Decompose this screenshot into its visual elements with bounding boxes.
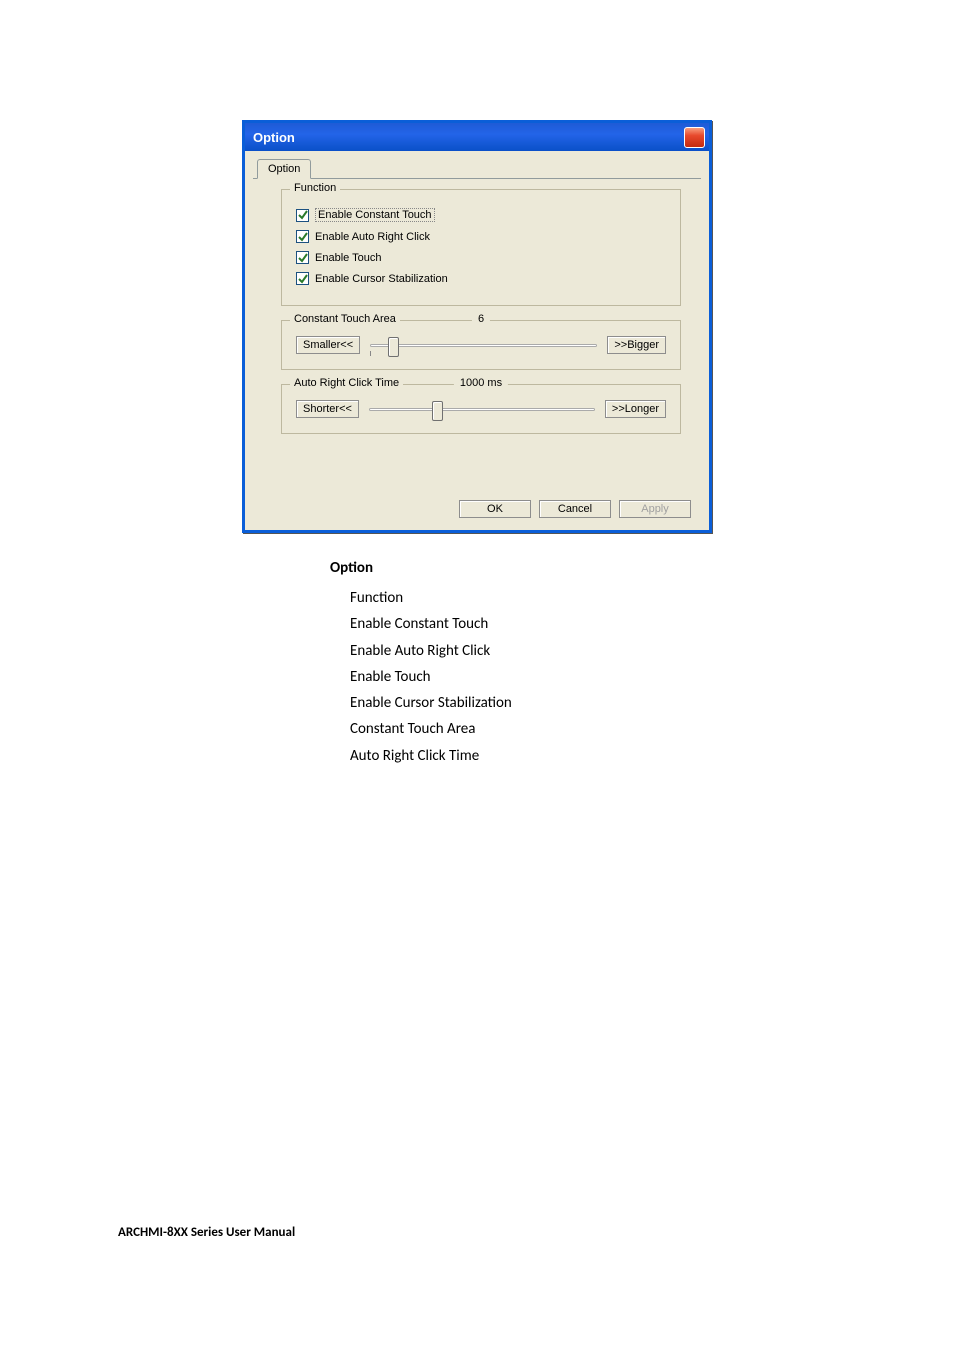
slider-track-line <box>369 408 595 411</box>
slider-row: Shorter<< >>Longer <box>296 399 666 419</box>
cancel-button[interactable]: Cancel <box>539 500 611 518</box>
slider-thumb[interactable] <box>388 337 399 357</box>
button-row: OK Cancel Apply <box>253 494 701 518</box>
ok-button[interactable]: OK <box>459 500 531 518</box>
checkbox-row: Enable Constant Touch <box>296 208 666 222</box>
doc-line: Enable Cursor Stabilization <box>350 690 894 716</box>
titlebar[interactable]: Option <box>245 123 709 151</box>
smaller-button[interactable]: Smaller<< <box>296 336 360 354</box>
close-button[interactable] <box>684 127 705 148</box>
shorter-button[interactable]: Shorter<< <box>296 400 359 418</box>
tab-option[interactable]: Option <box>257 159 311 179</box>
auto-right-click-slider[interactable] <box>369 399 595 419</box>
doc-line: Function <box>350 585 894 611</box>
document-text: Option Function Enable Constant Touch En… <box>60 559 894 769</box>
dialog-title: Option <box>253 130 295 145</box>
checkbox-label[interactable]: Enable Constant Touch <box>315 208 435 222</box>
dialog-body: Option Function Enable Constant Touch En… <box>245 151 709 530</box>
checkbox-auto-right-click[interactable] <box>296 230 309 243</box>
slider-track-line <box>370 344 597 347</box>
constant-touch-value: 6 <box>472 313 490 325</box>
auto-right-click-title: Auto Right Click Time <box>290 377 403 389</box>
constant-touch-group: Constant Touch Area 6 Smaller<< >>Bigger <box>281 320 681 370</box>
bigger-button[interactable]: >>Bigger <box>607 336 666 354</box>
doc-line: Enable Touch <box>350 664 894 690</box>
option-dialog: Option Option Function Enable Constant T… <box>242 120 712 533</box>
checkbox-row: Enable Touch <box>296 251 666 264</box>
doc-line: Constant Touch Area <box>350 716 894 742</box>
checkbox-label[interactable]: Enable Cursor Stabilization <box>315 273 448 285</box>
doc-line: Enable Auto Right Click <box>350 638 894 664</box>
tab-row: Option <box>253 159 701 179</box>
checkbox-label[interactable]: Enable Touch <box>315 252 381 264</box>
checkbox-cursor-stabilization[interactable] <box>296 272 309 285</box>
function-group-title: Function <box>290 182 340 194</box>
checkbox-label[interactable]: Enable Auto Right Click <box>315 231 430 243</box>
auto-right-click-group: Auto Right Click Time 1000 ms Shorter<< … <box>281 384 681 434</box>
doc-line: Auto Right Click Time <box>350 743 894 769</box>
slider-row: Smaller<< >>Bigger <box>296 335 666 355</box>
checkbox-row: Enable Cursor Stabilization <box>296 272 666 285</box>
auto-right-click-value: 1000 ms <box>454 377 508 389</box>
checkbox-constant-touch[interactable] <box>296 209 309 222</box>
footer-text: ARCHMI-8XX Series User Manual <box>118 1225 295 1240</box>
function-group: Function Enable Constant Touch Enable Au… <box>281 189 681 306</box>
checkbox-row: Enable Auto Right Click <box>296 230 666 243</box>
constant-touch-slider[interactable] <box>370 335 597 355</box>
slider-tick <box>370 351 371 356</box>
constant-touch-title: Constant Touch Area <box>290 313 400 325</box>
doc-heading: Option <box>330 559 894 577</box>
slider-thumb[interactable] <box>432 401 443 421</box>
checkbox-enable-touch[interactable] <box>296 251 309 264</box>
apply-button: Apply <box>619 500 691 518</box>
doc-line: Enable Constant Touch <box>350 611 894 637</box>
longer-button[interactable]: >>Longer <box>605 400 666 418</box>
